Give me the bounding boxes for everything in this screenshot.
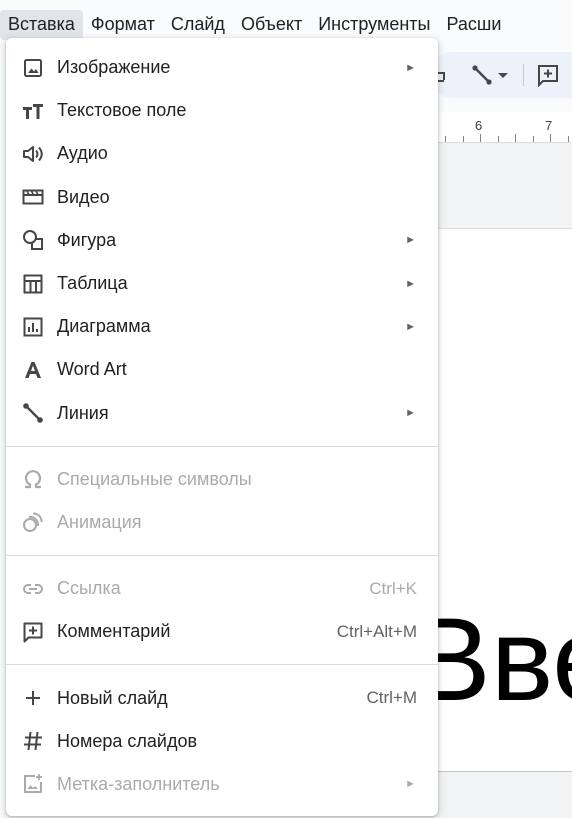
menu-item-label: Аудио bbox=[57, 143, 108, 164]
ruler-tick bbox=[533, 136, 534, 142]
menu-divider bbox=[6, 555, 438, 557]
ruler-tick bbox=[550, 134, 551, 142]
menu-item-label: Метка-заполнитель bbox=[57, 773, 220, 794]
menu-item-label: Линия bbox=[57, 402, 109, 423]
animation-icon bbox=[22, 511, 44, 533]
add-comment-icon bbox=[22, 621, 44, 643]
toolbar bbox=[430, 52, 572, 98]
slide-title-text[interactable]: Вве bbox=[438, 595, 572, 725]
menu-item-label: Таблица bbox=[57, 273, 128, 294]
shortcut-label: Ctrl+M bbox=[366, 688, 417, 708]
menu-item-new-slide[interactable]: Новый слайд Ctrl+M bbox=[6, 676, 438, 719]
menu-item-label: Номера слайдов bbox=[57, 730, 198, 751]
menu-item-text-box[interactable]: Текстовое поле bbox=[6, 89, 438, 132]
menu-item-label: Новый слайд bbox=[57, 687, 168, 708]
menu-item-label: Изображение bbox=[57, 57, 171, 78]
menu-slide[interactable]: Слайд bbox=[163, 10, 233, 40]
insert-menu-dropdown: Изображение ► Текстовое поле Аудио Видео… bbox=[6, 38, 438, 816]
menu-item-label: Фигура bbox=[57, 229, 117, 250]
video-icon bbox=[22, 186, 44, 208]
menu-item-video[interactable]: Видео bbox=[6, 176, 438, 219]
menu-item-table[interactable]: Таблица ► bbox=[6, 262, 438, 305]
chart-icon bbox=[22, 316, 44, 338]
menu-item-label: Анимация bbox=[57, 511, 142, 532]
menu-item-label: Комментарий bbox=[57, 621, 171, 642]
submenu-arrow-icon: ► bbox=[405, 277, 416, 290]
menu-object[interactable]: Объект bbox=[233, 10, 310, 40]
table-icon bbox=[22, 273, 44, 295]
menu-item-label: Специальные символы bbox=[57, 468, 252, 489]
ruler-tick bbox=[480, 134, 481, 142]
shortcut-label: Ctrl+K bbox=[369, 578, 417, 598]
ruler-number-7: 7 bbox=[545, 118, 553, 133]
menu-item-line[interactable]: Линия ► bbox=[6, 392, 438, 435]
menu-format[interactable]: Формат bbox=[83, 10, 163, 40]
menu-item-placeholder[interactable]: Метка-заполнитель ► bbox=[6, 763, 438, 806]
submenu-arrow-icon: ► bbox=[405, 61, 416, 74]
submenu-arrow-icon: ► bbox=[405, 407, 416, 420]
toolbar-divider bbox=[523, 64, 524, 86]
word-art-icon bbox=[22, 359, 44, 381]
slide-canvas[interactable]: Вве bbox=[438, 373, 572, 772]
menu-item-comment[interactable]: Комментарий Ctrl+Alt+M bbox=[6, 610, 438, 653]
shortcut-label: Ctrl+Alt+M bbox=[336, 621, 417, 641]
submenu-arrow-icon: ► bbox=[405, 234, 416, 247]
hash-icon bbox=[22, 730, 44, 752]
slide-panel bbox=[438, 228, 572, 374]
menu-item-label: Диаграмма bbox=[57, 316, 151, 337]
shape-icon bbox=[22, 229, 44, 251]
ruler-number-6: 6 bbox=[475, 118, 483, 133]
image-icon bbox=[22, 57, 44, 79]
submenu-arrow-icon: ► bbox=[405, 320, 416, 333]
chevron-down-icon[interactable] bbox=[496, 63, 510, 87]
menu-item-label: Ссылка bbox=[57, 578, 121, 599]
menu-item-audio[interactable]: Аудио bbox=[6, 132, 438, 175]
link-icon bbox=[22, 578, 44, 600]
plus-icon bbox=[22, 687, 44, 709]
ruler-tick bbox=[498, 136, 499, 142]
placeholder-icon bbox=[22, 773, 44, 795]
menu-item-animation[interactable]: Анимация bbox=[6, 501, 438, 544]
ruler-tick bbox=[445, 136, 446, 142]
line-tool-icon[interactable] bbox=[470, 63, 494, 87]
audio-icon bbox=[22, 143, 44, 165]
menu-item-slide-numbers[interactable]: Номера слайдов bbox=[6, 720, 438, 763]
line-icon bbox=[22, 402, 44, 424]
menu-item-label: Word Art bbox=[57, 359, 127, 380]
ruler-tick bbox=[568, 136, 569, 142]
menu-divider bbox=[6, 664, 438, 666]
menu-extensions[interactable]: Расши bbox=[438, 10, 509, 40]
ruler: 6 7 bbox=[438, 112, 572, 143]
menu-item-special-characters[interactable]: Специальные символы bbox=[6, 458, 438, 501]
menu-item-image[interactable]: Изображение ► bbox=[6, 46, 438, 89]
text-box-icon bbox=[22, 100, 44, 122]
submenu-arrow-icon: ► bbox=[405, 778, 416, 791]
menu-item-shape[interactable]: Фигура ► bbox=[6, 219, 438, 262]
ruler-tick bbox=[463, 136, 464, 142]
menu-divider bbox=[6, 445, 438, 447]
menu-item-word-art[interactable]: Word Art bbox=[6, 348, 438, 391]
menu-item-link[interactable]: Ссылка Ctrl+K bbox=[6, 567, 438, 610]
menu-item-label: Видео bbox=[57, 186, 110, 207]
menu-tools[interactable]: Инструменты bbox=[310, 10, 438, 40]
add-comment-icon[interactable] bbox=[536, 63, 560, 87]
omega-icon bbox=[22, 468, 44, 490]
menu-item-chart[interactable]: Диаграмма ► bbox=[6, 305, 438, 348]
menu-insert[interactable]: Вставка bbox=[0, 10, 83, 40]
ruler-tick bbox=[515, 134, 516, 142]
menu-item-label: Текстовое поле bbox=[57, 100, 187, 121]
